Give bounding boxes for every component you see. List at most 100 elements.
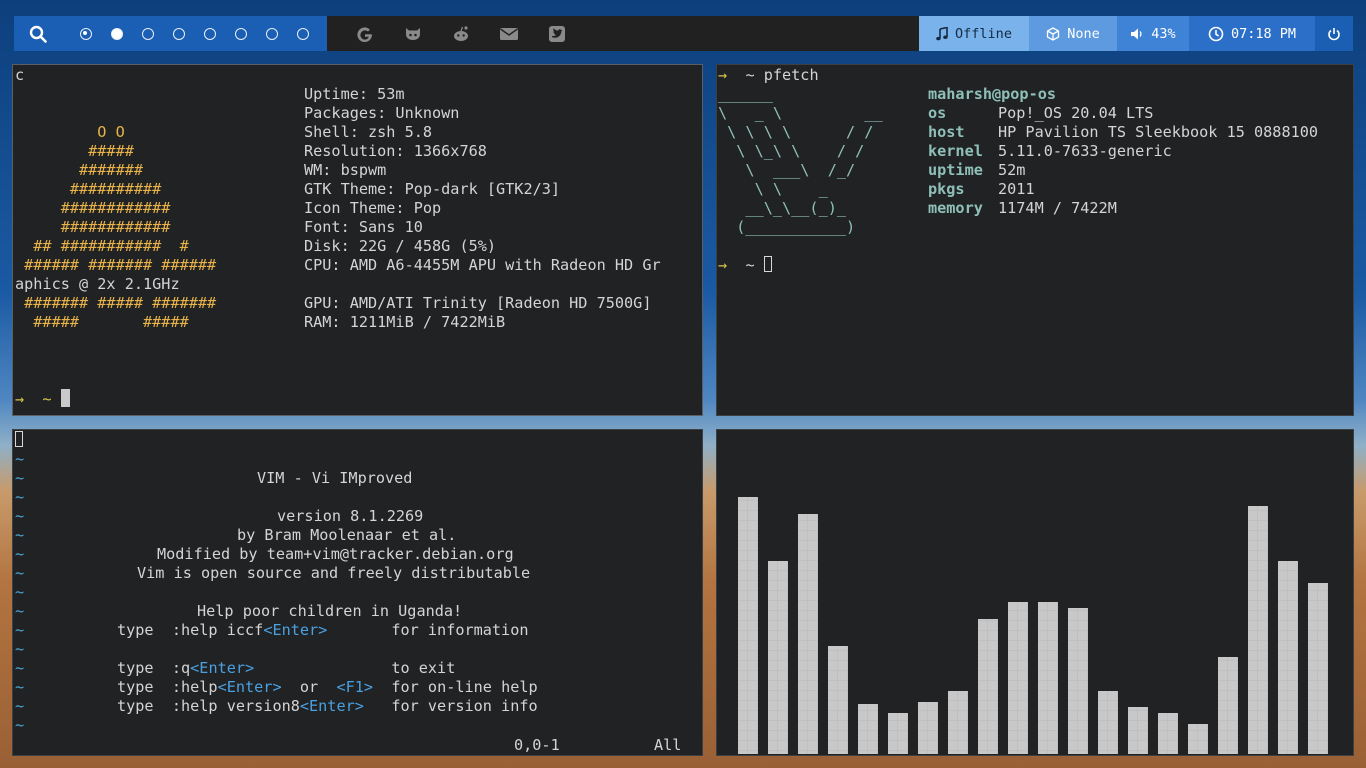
cursor <box>763 256 772 272</box>
vim-intro-text: for version info <box>363 697 538 715</box>
cursor <box>60 389 70 407</box>
pfetch-key: kernel <box>928 142 983 160</box>
top-bar: Offline None 43% 07:18 PM <box>14 16 1353 51</box>
reddit-launcher[interactable] <box>437 16 485 51</box>
command-line: → ~ pfetch <box>718 66 819 84</box>
vim-tilde: ~ <box>15 621 25 639</box>
prompt-text: → ~ <box>15 390 61 408</box>
audio-bar <box>768 561 788 754</box>
terminal-audio-visualizer[interactable] <box>716 429 1354 756</box>
pfetch-key: pkgs <box>928 180 965 198</box>
vim-intro-text: to exit <box>254 659 456 677</box>
mail-launcher[interactable] <box>485 16 533 51</box>
workspace-dot-icon <box>234 27 247 40</box>
workspace-2[interactable] <box>101 16 132 51</box>
vim-tilde: ~ <box>15 488 25 506</box>
workspace-1[interactable] <box>70 16 101 51</box>
audio-bar <box>1218 657 1238 754</box>
clock-icon <box>1208 26 1224 41</box>
workspace-4[interactable] <box>163 16 194 51</box>
audio-bar <box>1248 506 1268 754</box>
terminal-vim[interactable]: ~ ~ ~ ~ ~ ~ ~ ~ ~ ~ ~ ~ ~ ~ ~ VIM - Vi IMproved version… <box>12 429 703 756</box>
vim-intro-text: type :help <box>117 678 218 696</box>
pfetch-logo-line: \ ___\ /_/ <box>718 161 856 179</box>
mail-icon <box>500 27 518 40</box>
pfetch-value: HP Pavilion TS Sleekbook 15 0888100 <box>998 123 1319 141</box>
workspace-7[interactable] <box>256 16 287 51</box>
clock-module[interactable]: 07:18 PM <box>1189 16 1315 51</box>
pfetch-value: 52m <box>998 161 1026 179</box>
vim-tilde: ~ <box>15 678 25 696</box>
vim-intro-text: or <box>281 678 337 696</box>
system-info-line: CPU: AMD A6-4455M APU with Radeon HD Gr <box>304 256 661 274</box>
audio-bar <box>1008 602 1028 754</box>
cursor <box>15 431 23 447</box>
vim-key-hint: <Enter> <box>190 659 255 677</box>
vim-intro-text: type :help version8 <box>117 697 300 715</box>
google-launcher[interactable] <box>341 16 389 51</box>
ascii-logo-line: ####### ##### ####### <box>15 294 217 312</box>
pfetch-value: 2011 <box>998 180 1035 198</box>
volume-module[interactable]: 43% <box>1117 16 1189 51</box>
vim-key-hint: <Enter> <box>263 621 328 639</box>
vim-intro-text: type :help iccf <box>117 621 264 639</box>
power-button[interactable] <box>1315 16 1353 51</box>
ascii-logo-line: ############ <box>15 218 171 236</box>
pfetch-value: 5.11.0-7633-generic <box>998 142 1172 160</box>
pfetch-logo-line: __\_\__(_)_ <box>718 199 847 217</box>
volume-icon <box>1131 28 1142 39</box>
ascii-logo-line: ##### <box>15 142 134 160</box>
vim-ruler-scroll: All <box>654 736 682 754</box>
audio-bar <box>828 646 848 754</box>
audio-bar <box>1068 608 1088 754</box>
workspace-8[interactable] <box>287 16 318 51</box>
ascii-logo-line: O O <box>15 123 125 141</box>
terminal-pfetch[interactable]: → ~ pfetch ______ \ _ \ __ \ \ \ \ / / \ … <box>716 64 1354 416</box>
system-info-line: WM: bspwm <box>304 161 387 179</box>
vim-intro-text: Help poor children in Uganda! <box>197 602 463 620</box>
pfetch-logo-line: (___________) <box>718 218 856 236</box>
vim-tilde: ~ <box>15 469 25 487</box>
pfetch-value: Pop!_OS 20.04 LTS <box>998 104 1154 122</box>
music-note-icon <box>936 26 948 40</box>
twitter-icon <box>549 25 565 42</box>
pfetch-key: memory <box>928 199 983 217</box>
updates-module[interactable]: None <box>1029 16 1117 51</box>
updates-status: None <box>1067 25 1100 42</box>
audio-bar <box>1278 561 1298 754</box>
audio-bar <box>858 704 878 754</box>
workspace-dot-icon <box>79 27 92 40</box>
vim-tilde: ~ <box>15 564 25 582</box>
system-info-line: Shell: zsh 5.8 <box>304 123 433 141</box>
pfetch-logo-line: \ _ \ __ <box>718 104 883 122</box>
vim-intro-line: by Bram Moolenaar et al. <box>237 526 456 545</box>
vim-tilde: ~ <box>15 640 25 658</box>
system-info-line: Icon Theme: Pop <box>304 199 442 217</box>
ascii-logo-line: ########## <box>15 180 162 198</box>
workspace-5[interactable] <box>194 16 225 51</box>
vim-intro-line: Modified by team+vim@tracker.debian.org <box>157 545 514 564</box>
terminal-neofetch[interactable]: c O O ##### ####### ########## #########… <box>12 64 703 416</box>
audio-bar <box>888 713 908 754</box>
workspace-dot-icon <box>172 27 185 40</box>
vim-tilde: ~ <box>15 583 25 601</box>
github-launcher[interactable] <box>389 16 437 51</box>
vim-ruler-position: 0,0-1 <box>514 736 560 754</box>
workspace-6[interactable] <box>225 16 256 51</box>
vim-tilde: ~ <box>15 545 25 563</box>
pfetch-logo-line: \ \_\ \ / / <box>718 142 865 160</box>
ascii-logo-line: ############ <box>15 199 171 217</box>
music-module[interactable]: Offline <box>919 16 1029 51</box>
twitter-launcher[interactable] <box>533 16 581 51</box>
workspace-switcher <box>62 16 327 51</box>
vim-key-hint: <Enter> <box>217 678 282 696</box>
vim-intro-line: version 8.1.2269 <box>277 507 423 526</box>
vim-intro-line: type :help<Enter> or <F1> for on-line he… <box>117 678 538 697</box>
audio-bar <box>978 619 998 754</box>
system-info-line: RAM: 1211MiB / 7422MiB <box>304 313 506 331</box>
vim-tilde: ~ <box>15 697 25 715</box>
workspace-3[interactable] <box>132 16 163 51</box>
search-button[interactable] <box>14 16 62 51</box>
audio-bar <box>1188 724 1208 754</box>
audio-bar <box>1038 602 1058 754</box>
